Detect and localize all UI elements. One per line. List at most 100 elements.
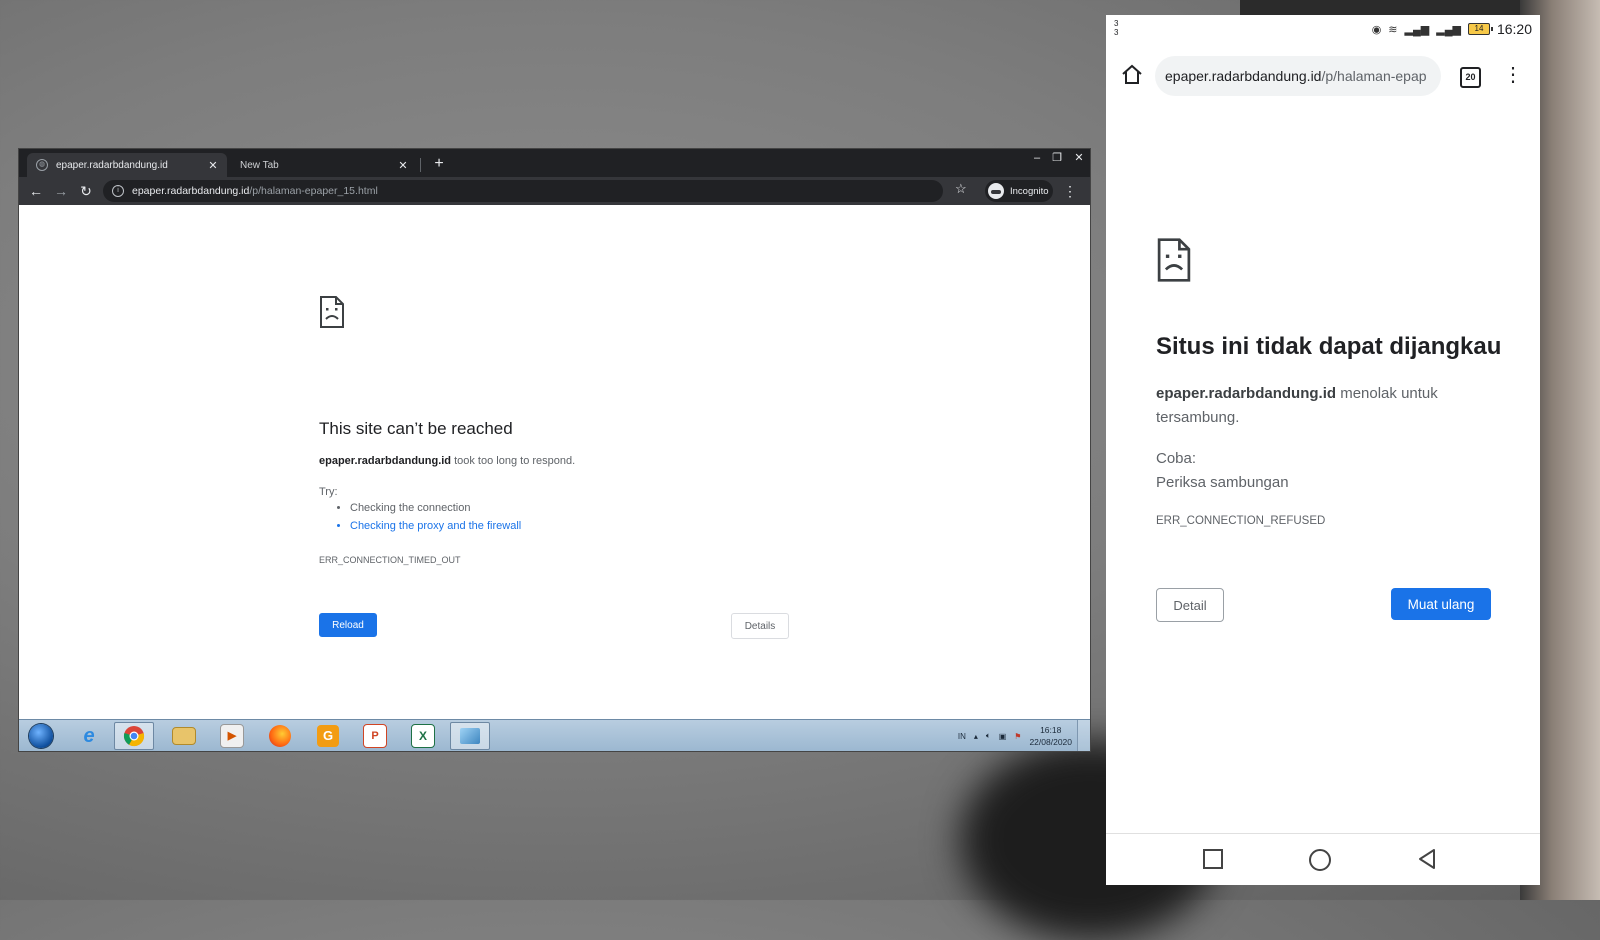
- action-center-icon[interactable]: ⚑: [1014, 732, 1021, 741]
- back-arrow-icon[interactable]: ←: [25, 181, 47, 201]
- window-app-icon: [460, 728, 480, 744]
- close-window-icon[interactable]: ✕: [1068, 149, 1090, 169]
- sad-document-icon: [1157, 238, 1191, 282]
- status-count-top: 3: [1114, 19, 1119, 28]
- windows-logo-icon: [29, 724, 53, 748]
- mobile-toolbar: epaper.radarbdandung.id/p/halaman-epap 2…: [1106, 47, 1540, 107]
- error-page: This site can’t be reached epaper.radarb…: [19, 205, 1090, 719]
- network-icon[interactable]: ▣: [999, 732, 1007, 741]
- taskbar-ie[interactable]: e: [69, 722, 109, 750]
- chrome-icon: [123, 726, 145, 747]
- error-code: ERR_CONNECTION_REFUSED: [1156, 515, 1326, 527]
- menu-kebab-icon[interactable]: ⋮: [1063, 181, 1077, 201]
- menu-kebab-icon[interactable]: ⋮: [1503, 61, 1523, 89]
- tab-switcher-button[interactable]: 20: [1460, 67, 1481, 88]
- error-heading: Situs ini tidak dapat dijangkau: [1156, 333, 1502, 360]
- info-icon[interactable]: i: [112, 185, 124, 197]
- error-code: ERR_CONNECTION_TIMED_OUT: [319, 555, 461, 565]
- battery-icon: 14: [1467, 23, 1493, 35]
- taskbar-chrome[interactable]: [114, 722, 154, 750]
- suggestion-connection: Periksa sambungan: [1156, 474, 1289, 491]
- media-player-icon: ▶: [220, 724, 244, 748]
- error-message: epaper.radarbdandung.id menolak untuk te…: [1156, 382, 1506, 430]
- android-nav-bar: [1106, 833, 1540, 885]
- reload-button[interactable]: Muat ulang: [1391, 588, 1491, 620]
- browser-toolbar: ← → ↻ i epaper.radarbdandung.id/p/halama…: [19, 177, 1090, 205]
- status-bar: 3 3 ◉ ≋ ▂▄▆ ▂▄▆ 14 16:20: [1106, 15, 1540, 47]
- bookmark-star-icon[interactable]: ☆: [955, 181, 967, 197]
- detail-button[interactable]: Detail: [1156, 588, 1224, 622]
- new-tab-button[interactable]: +: [429, 153, 449, 175]
- details-button[interactable]: Details: [731, 613, 789, 639]
- url-path: /p/halaman-epaper_15.html: [249, 185, 378, 197]
- windows-taskbar: e ▶ G P X IN ▴ 🔈︎ ▣ ⚑ 16:18 22/08/2020: [19, 719, 1090, 751]
- sad-document-icon: [320, 296, 344, 328]
- error-host: epaper.radarbdandung.id: [1156, 385, 1337, 402]
- suggestion-proxy-link[interactable]: Checking the proxy and the firewall: [350, 520, 521, 532]
- reload-icon[interactable]: ↻: [75, 181, 97, 201]
- tab-title: epaper.radarbdandung.id: [56, 159, 168, 171]
- desktop-browser-window: ◍ epaper.radarbdandung.id ✕ New Tab ✕ + …: [19, 149, 1090, 751]
- incognito-badge[interactable]: Incognito: [985, 180, 1053, 202]
- suggestion-connection: Checking the connection: [350, 502, 521, 514]
- mobile-browser: 3 3 ◉ ≋ ▂▄▆ ▂▄▆ 14 16:20 epaper.radarbda…: [1106, 15, 1540, 885]
- error-message-text: took too long to respond.: [451, 455, 576, 467]
- eye-icon: ◉: [1371, 23, 1382, 36]
- url-host: epaper.radarbdandung.id: [132, 185, 250, 197]
- status-time: 16:20: [1496, 21, 1532, 37]
- mobile-address-bar[interactable]: epaper.radarbdandung.id/p/halaman-epap: [1155, 56, 1441, 96]
- clock[interactable]: 16:18 22/08/2020: [1029, 724, 1072, 748]
- volume-icon[interactable]: 🔈︎: [986, 731, 991, 741]
- status-icons: ◉ ≋ ▂▄▆ ▂▄▆ 14 16:20: [1372, 21, 1532, 37]
- error-message: epaper.radarbdandung.id took too long to…: [319, 455, 575, 467]
- signal-icon-2: ▂▄▆: [1436, 23, 1461, 36]
- minimize-icon[interactable]: –: [1026, 149, 1048, 169]
- taskbar-excel[interactable]: X: [403, 722, 443, 750]
- incognito-label: Incognito: [1010, 185, 1049, 197]
- url-host: epaper.radarbdandung.id: [1165, 68, 1322, 84]
- taskbar-powerpoint[interactable]: P: [355, 722, 395, 750]
- address-bar[interactable]: i epaper.radarbdandung.id/p/halaman-epap…: [103, 180, 943, 202]
- tab-divider: [420, 158, 421, 172]
- try-label: Coba:: [1156, 450, 1197, 467]
- start-button[interactable]: [21, 722, 61, 750]
- reload-button[interactable]: Reload: [319, 613, 377, 637]
- tab-strip: ◍ epaper.radarbdandung.id ✕ New Tab ✕ + …: [19, 149, 1090, 177]
- tab-title: New Tab: [240, 159, 279, 171]
- globe-icon: ◍: [36, 159, 48, 171]
- status-count-bottom: 3: [1114, 28, 1119, 37]
- firefox-icon: [269, 725, 291, 747]
- taskbar-window-app[interactable]: [450, 722, 490, 750]
- taskbar-explorer[interactable]: [164, 722, 204, 750]
- excel-icon: X: [411, 724, 435, 748]
- taskbar-firefox[interactable]: [260, 722, 300, 750]
- language-indicator[interactable]: IN: [958, 732, 966, 741]
- powerpoint-icon: P: [363, 724, 387, 748]
- home-circle-icon[interactable]: [1308, 848, 1332, 872]
- recents-square-icon[interactable]: [1202, 848, 1224, 870]
- suggestions-list: Checking the connection Checking the pro…: [332, 502, 521, 538]
- tab-new-tab[interactable]: New Tab ✕: [227, 153, 417, 177]
- taskbar-pdf-app[interactable]: G: [308, 722, 348, 750]
- clock-date: 22/08/2020: [1029, 737, 1072, 747]
- forward-arrow-icon[interactable]: →: [50, 181, 72, 201]
- tab-epaper[interactable]: ◍ epaper.radarbdandung.id ✕: [27, 153, 227, 177]
- try-section: Coba: Periksa sambungan: [1156, 447, 1289, 495]
- close-tab-icon[interactable]: ✕: [395, 159, 411, 172]
- restore-icon[interactable]: ❐: [1046, 149, 1068, 169]
- pdf-app-icon: G: [317, 725, 339, 747]
- tray-expand-icon[interactable]: ▴: [974, 732, 978, 741]
- show-desktop-button[interactable]: [1077, 720, 1090, 751]
- incognito-icon: [988, 183, 1004, 199]
- home-icon[interactable]: [1120, 63, 1144, 87]
- wifi-icon: ≋: [1388, 23, 1398, 36]
- system-tray: IN ▴ 🔈︎ ▣ ⚑ 16:18 22/08/2020: [958, 724, 1072, 748]
- taskbar-media-player[interactable]: ▶: [212, 722, 252, 750]
- back-triangle-icon[interactable]: [1416, 848, 1438, 870]
- status-notification-count: 3 3: [1114, 19, 1118, 37]
- error-heading: This site can’t be reached: [319, 419, 513, 438]
- folder-icon: [172, 727, 196, 745]
- url-path: /p/halaman-epap: [1321, 68, 1427, 84]
- close-tab-icon[interactable]: ✕: [205, 159, 221, 172]
- error-host: epaper.radarbdandung.id: [319, 455, 452, 467]
